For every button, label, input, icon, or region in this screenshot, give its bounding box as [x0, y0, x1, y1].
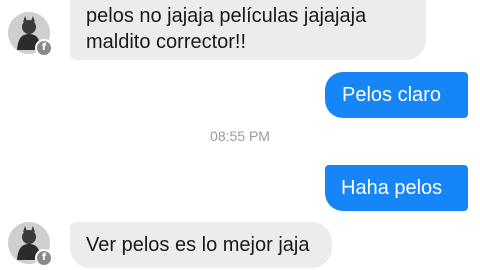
contact-avatar-icon[interactable]: f — [8, 222, 53, 267]
message-bubble-outgoing[interactable]: Pelos claro — [325, 72, 468, 118]
chat-thread: f pelos no jajaja películas jajajaja mal… — [0, 0, 480, 270]
facebook-badge-icon: f — [35, 39, 53, 57]
message-bubble-incoming[interactable]: Ver pelos es lo mejor jaja — [70, 222, 332, 268]
message-bubble-incoming[interactable]: pelos no jajaja películas jajajaja maldi… — [70, 0, 426, 60]
facebook-badge-icon: f — [35, 249, 53, 267]
message-timestamp: 08:55 PM — [210, 128, 270, 144]
message-text: Pelos claro — [342, 84, 441, 106]
contact-avatar-icon[interactable]: f — [8, 12, 53, 57]
message-text-line: maldito corrector!! — [86, 31, 247, 53]
message-text: Haha pelos — [341, 177, 443, 199]
message-text-line: pelos no jajaja películas jajajaja — [86, 5, 367, 27]
message-bubble-outgoing[interactable]: Haha pelos — [325, 165, 468, 211]
message-text: Ver pelos es lo mejor jaja — [86, 234, 310, 256]
